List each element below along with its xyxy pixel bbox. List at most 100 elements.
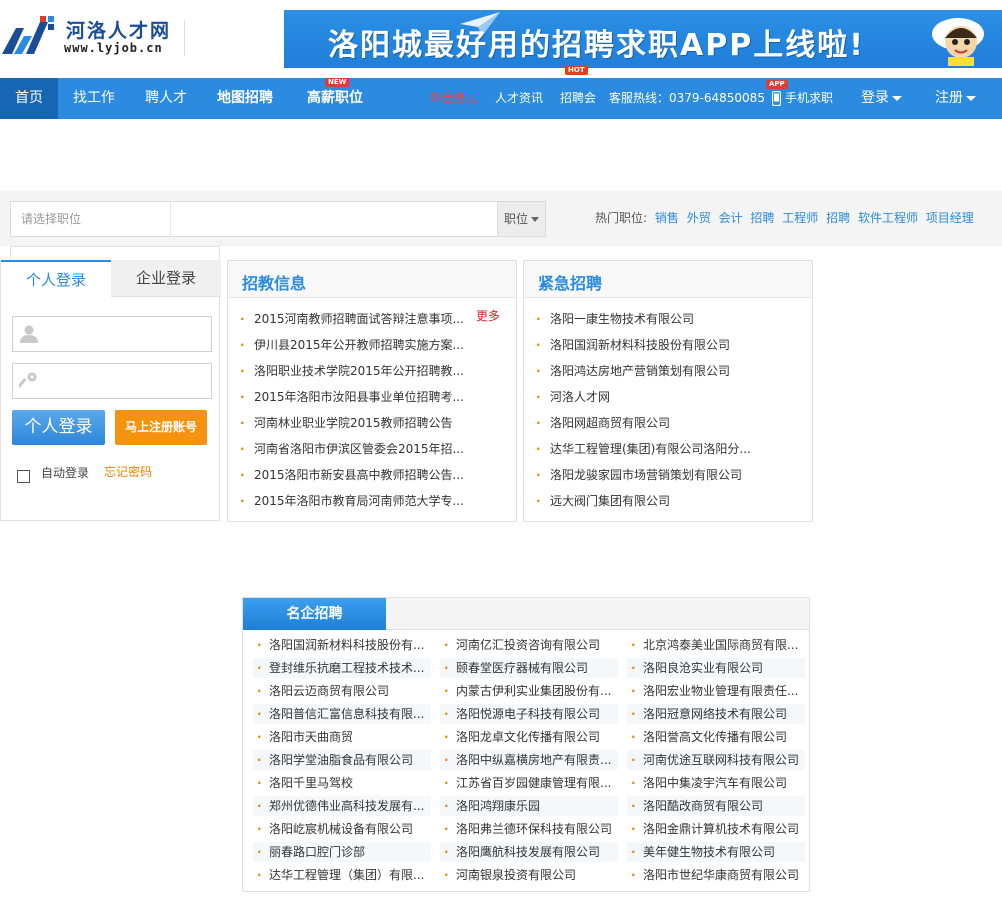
company-link[interactable]: 洛阳冠意网络技术有限公司 <box>627 704 805 724</box>
nav-hire-talent[interactable]: 聘人才 <box>145 78 187 119</box>
company-link[interactable]: 内蒙古伊利实业集团股份有... <box>440 681 618 701</box>
hot-label: 热门职位: <box>595 211 648 225</box>
search-band: 职位 热门职位: 销售 外贸 会计 招聘 工程师 招聘 软件工程师 项目经理 <box>0 190 1002 246</box>
hot-link[interactable]: 外贸 <box>687 211 711 225</box>
company-link[interactable]: 颐春堂医疗器械有限公司 <box>440 658 618 678</box>
list-item[interactable]: 河南省洛阳市伊滨区管委会2015年招... <box>240 439 464 465</box>
username-field[interactable] <box>12 316 212 352</box>
hot-link[interactable]: 招聘 <box>826 211 850 225</box>
company-link[interactable]: 丽春路口腔门诊部 <box>253 842 431 862</box>
company-link[interactable]: 洛阳悦源电子科技有限公司 <box>440 704 618 724</box>
job-select-area <box>11 202 171 236</box>
list-item[interactable]: 2015年洛阳市教育局河南师范大学专... <box>240 491 464 517</box>
job-select-input[interactable] <box>11 202 171 236</box>
company-link[interactable]: 江苏省百岁园健康管理有限... <box>440 773 618 793</box>
tab-company-login[interactable]: 企业登录 <box>111 260 221 297</box>
company-link[interactable]: 河南银泉投资有限公司 <box>440 865 618 885</box>
list-item[interactable]: 河南林业职业学院2015教师招聘公告 <box>240 413 464 439</box>
app-badge: APP <box>766 80 788 89</box>
nav-map-recruit[interactable]: 地图招聘 <box>217 78 273 119</box>
hot-link[interactable]: 软件工程师 <box>858 211 918 225</box>
hot-link[interactable]: 销售 <box>655 211 679 225</box>
list-item[interactable]: 达华工程管理(集团)有限公司洛阳分... <box>536 439 751 465</box>
company-link[interactable]: 洛阳宏业物业管理有限责任... <box>627 681 805 701</box>
nav-mobile-job[interactable]: 手机求职 <box>785 78 833 119</box>
famous-companies-panel: 名企招聘 洛阳国润新材料科技股份有... 河南亿汇投资咨询有限公司北京鸿泰美业国际… <box>242 597 810 892</box>
app-promo-banner[interactable]: 洛阳城最好用的招聘求职APP上线啦! <box>284 10 1002 68</box>
login-panel: 个人登录 企业登录 个人登录 马上注册账号 自动登录 忘记密码 <box>0 260 221 521</box>
login-dropdown[interactable]: 登录 <box>861 78 902 119</box>
list-item[interactable]: 洛阳职业技术学院2015年公开招聘教... <box>240 361 464 387</box>
company-link[interactable]: 洛阳学堂油脂食品有限公司 <box>253 750 431 770</box>
company-link[interactable]: 洛阳酷改商贸有限公司 <box>627 796 805 816</box>
tab-personal-login[interactable]: 个人登录 <box>1 260 111 297</box>
register-dropdown[interactable]: 注册 <box>935 78 976 119</box>
register-now-button[interactable]: 马上注册账号 <box>115 410 207 445</box>
urgent-list: 洛阳一康生物技术有限公司 洛阳国润新材料科技股份有限公司 洛阳鸿达房地产营销策划… <box>536 309 751 517</box>
nav-talent-news[interactable]: 人才资讯 <box>495 78 543 119</box>
password-field[interactable] <box>12 363 212 399</box>
list-item[interactable]: 河洛人才网 <box>536 387 751 413</box>
hot-link[interactable]: 会计 <box>719 211 743 225</box>
company-link[interactable]: 洛阳中纵嘉横房地产有限责... <box>440 750 618 770</box>
register-label: 注册 <box>935 90 963 106</box>
panel-header: 名企招聘 <box>243 598 809 630</box>
list-item[interactable]: 2015年洛阳市汝阳县事业单位招聘考... <box>240 387 464 413</box>
company-link[interactable]: 洛阳屹宸机械设备有限公司 <box>253 819 431 839</box>
company-link[interactable]: 洛阳国润新材料科技股份有... <box>253 635 431 655</box>
main-nav: 首页 找工作 聘人才 地图招聘 高薪职位 NEW 外出务工 HOT 人才资讯 招… <box>0 66 1002 119</box>
company-link[interactable]: 洛阳龙卓文化传播有限公司 <box>440 727 618 747</box>
list-item[interactable]: 洛阳鸿达房地产营销策划有限公司 <box>536 361 751 387</box>
forgot-password-link[interactable]: 忘记密码 <box>104 463 152 480</box>
company-link[interactable]: 洛阳金鼎计算机技术有限公司 <box>627 819 805 839</box>
company-link[interactable]: 洛阳中集凌宇汽车有限公司 <box>627 773 805 793</box>
company-link[interactable]: 河南亿汇投资咨询有限公司 <box>440 635 618 655</box>
company-link[interactable]: 登封维乐抗磨工程技术技术... <box>253 658 431 678</box>
hot-link[interactable]: 项目经理 <box>926 211 974 225</box>
company-link[interactable]: 北京鸿泰美业国际商贸有限... <box>627 635 805 655</box>
company-link[interactable]: 洛阳誉高文化传播有限公司 <box>627 727 805 747</box>
company-link[interactable]: 洛阳普信汇富信息科技有限... <box>253 704 431 724</box>
company-link[interactable]: 洛阳市世纪华康商贸有限公司 <box>627 865 805 885</box>
hot-link[interactable]: 招聘 <box>750 211 774 225</box>
list-item[interactable]: 2015河南教师招聘面试答辩注意事项... <box>240 309 464 335</box>
list-item[interactable]: 2015洛阳市新安县高中教师招聘公告... <box>240 465 464 491</box>
list-item[interactable]: 远大阀门集团有限公司 <box>536 491 751 517</box>
company-link[interactable]: 洛阳鸿翔康乐园 <box>440 796 618 816</box>
company-link[interactable]: 洛阳市天曲商贸 <box>253 727 431 747</box>
company-link[interactable]: 洛阳鹰航科技发展有限公司 <box>440 842 618 862</box>
nav-migrant-work[interactable]: 外出务工 <box>430 78 478 119</box>
company-link[interactable]: 美年健生物技术有限公司 <box>627 842 805 862</box>
famous-companies-tab[interactable]: 名企招聘 <box>243 598 386 630</box>
chevron-down-icon <box>966 95 976 101</box>
nav-find-job[interactable]: 找工作 <box>73 78 115 119</box>
company-link[interactable]: 洛阳千里马驾校 <box>253 773 431 793</box>
header-divider <box>184 20 185 56</box>
teacher-list: 2015河南教师招聘面试答辩注意事项... 伊川县2015年公开教师招聘实施方案… <box>240 309 464 517</box>
list-item[interactable]: 洛阳一康生物技术有限公司 <box>536 309 751 335</box>
nav-job-fair[interactable]: 招聘会 <box>560 78 596 119</box>
auto-login-checkbox[interactable] <box>17 470 30 483</box>
list-item[interactable]: 洛阳国润新材料科技股份有限公司 <box>536 335 751 361</box>
site-logo[interactable]: 河洛人才网 www.lyjob.cn <box>0 4 185 58</box>
personal-login-button[interactable]: 个人登录 <box>12 410 105 445</box>
company-link[interactable]: 河南优途互联网科技有限公司 <box>627 750 805 770</box>
company-link[interactable]: 郑州优德伟业高科技发展有... <box>253 796 431 816</box>
company-link[interactable]: 达华工程管理（集团）有限... <box>253 865 431 885</box>
teacher-recruit-panel: 招教信息 更多 2015河南教师招聘面试答辩注意事项... 伊川县2015年公开… <box>227 260 517 522</box>
company-link[interactable]: 洛阳良沧实业有限公司 <box>627 658 805 678</box>
nav-home[interactable]: 首页 <box>0 78 58 119</box>
key-icon <box>19 372 37 389</box>
chevron-down-icon <box>531 217 539 222</box>
list-item[interactable]: 洛阳龙骏家园市场营销策划有限公司 <box>536 465 751 491</box>
more-link[interactable]: 更多 <box>476 307 500 324</box>
company-link[interactable]: 洛阳弗兰德环保科技有限公司 <box>440 819 618 839</box>
hot-link[interactable]: 工程师 <box>782 211 818 225</box>
mobile-phone-icon <box>772 91 781 106</box>
list-item[interactable]: 洛阳网超商贸有限公司 <box>536 413 751 439</box>
login-label: 登录 <box>861 90 889 106</box>
hot-badge: HOT <box>565 66 588 75</box>
list-item[interactable]: 伊川县2015年公开教师招聘实施方案... <box>240 335 464 361</box>
search-type-select[interactable]: 职位 <box>497 202 545 236</box>
company-link[interactable]: 洛阳云迈商贸有限公司 <box>253 681 431 701</box>
